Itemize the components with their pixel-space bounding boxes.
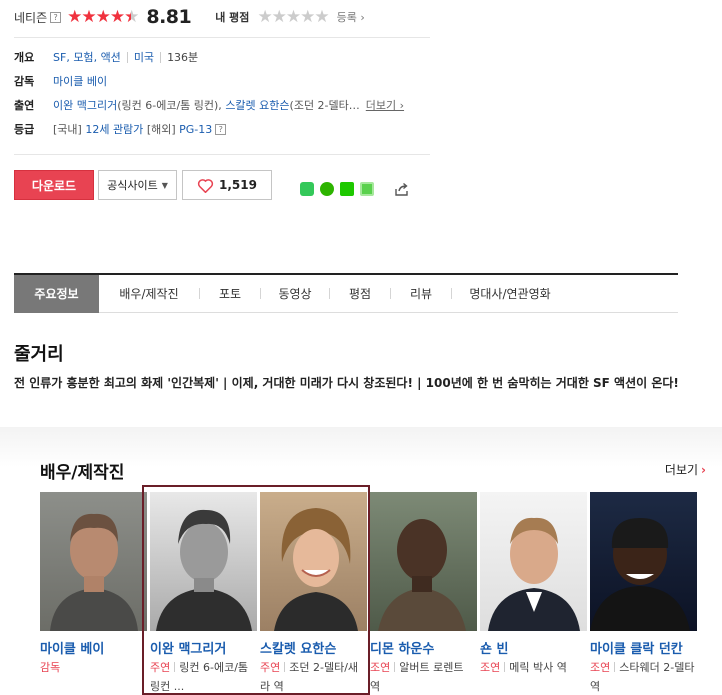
cast-more-link[interactable]: 더보기 › [366, 97, 404, 113]
tab-photo[interactable]: 포토 [200, 275, 260, 313]
cast-photo[interactable] [480, 492, 587, 631]
cast-name[interactable]: 이완 맥그리거 [150, 638, 226, 657]
half-star-icon: ★ [124, 6, 139, 27]
heart-icon [197, 178, 214, 193]
cast-name[interactable]: 디몬 하운수 [370, 638, 434, 657]
director-label: 감독 [14, 75, 35, 88]
overview-row: 개요 SF, 모험, 액션 미국 136분 [14, 49, 199, 65]
tab-bar: 주요정보 배우/제작진 포토 동영상 평점 리뷰 명대사/연관영화 [14, 273, 678, 313]
cast-role: 조연 알버트 로렌트 역 [370, 661, 464, 693]
cast-list: 마이클 베이 감독 이완 맥그리거 주연 링컨 6-에코/톰 링컨 ... 스칼렛… [40, 492, 722, 695]
cast-card[interactable]: 숀 빈 조연 메릭 박사 역 [480, 492, 587, 674]
cast-link[interactable]: 스칼렛 요한슨 [225, 97, 289, 113]
share-icons [300, 182, 410, 197]
official-site-button[interactable]: 공식사이트 ▼ [98, 170, 177, 200]
cast-role: 조연 메릭 박사 역 [480, 661, 567, 674]
line-share-icon[interactable] [320, 182, 334, 196]
grade-domestic-link[interactable]: 12세 관람가 [85, 121, 143, 137]
band-share-icon[interactable] [300, 182, 314, 196]
cast-card[interactable]: 마이클 클락 던칸 조연 스타웨더 2-델타 역 [590, 492, 697, 693]
my-rating-stars[interactable]: ★★★★★ [257, 7, 329, 27]
cast-label: 출연 [14, 99, 35, 112]
share-icon[interactable] [394, 182, 410, 197]
cast-photo[interactable] [370, 492, 477, 631]
tab-main-info[interactable]: 주요정보 [14, 274, 99, 313]
like-button[interactable]: 1,519 [182, 170, 272, 200]
cast-card[interactable]: 스칼렛 요한슨 주연 조던 2-델타/새라 역 [260, 492, 367, 693]
netizen-score: 8.81 [146, 6, 192, 28]
cast-role: 감독 [40, 661, 61, 674]
cast-link[interactable]: 이완 맥그리거 [53, 97, 117, 113]
tab-rating[interactable]: 평점 [330, 275, 390, 313]
cast-photo[interactable] [150, 492, 257, 631]
cast-name[interactable]: 마이클 베이 [40, 638, 104, 657]
help-icon[interactable]: ? [215, 123, 227, 135]
cast-more-link[interactable]: 더보기 › [665, 461, 706, 478]
cast-photo[interactable] [260, 492, 367, 631]
director-link[interactable]: 마이클 베이 [53, 73, 107, 89]
cafe-share-icon[interactable] [360, 182, 374, 196]
grade-foreign-link[interactable]: PG-13 [179, 123, 212, 136]
cast-section-title: 배우/제작진 [40, 463, 125, 483]
cast-role: 조연 스타웨더 2-델타 역 [590, 661, 695, 693]
overview-label: 개요 [14, 51, 35, 64]
like-count: 1,519 [219, 178, 257, 192]
grade-label: 등급 [14, 123, 35, 136]
netizen-stars: ★★★★★ [67, 6, 139, 27]
genre-link[interactable]: 모험 [73, 49, 93, 65]
download-button[interactable]: 다운로드 [14, 170, 94, 200]
chevron-right-icon: › [701, 463, 706, 477]
tab-review[interactable]: 리뷰 [391, 275, 451, 313]
cast-name[interactable]: 스칼렛 요한슨 [260, 638, 336, 657]
grade-row: 등급 [국내] 12세 관람가 [해외] PG-13 ? [14, 117, 434, 141]
tab-video[interactable]: 동영상 [261, 275, 329, 313]
my-rating-label: 내 평점 [215, 11, 250, 24]
cast-card[interactable]: 이완 맥그리거 주연 링컨 6-에코/톰 링컨 ... [150, 492, 257, 693]
runtime: 136분 [167, 51, 199, 64]
cast-role: 주연 링컨 6-에코/톰 링컨 ... [150, 661, 249, 693]
rating-row: 네티즌 ? ★★★★★ 8.81 내 평점 ★★★★★ 등록 › [14, 6, 722, 28]
tab-quotes-related[interactable]: 명대사/연관영화 [452, 275, 568, 313]
cast-name[interactable]: 숀 빈 [480, 638, 508, 657]
genre-link[interactable]: SF [53, 51, 66, 64]
director-row: 감독 마이클 베이 [14, 69, 434, 93]
help-icon[interactable]: ? [50, 11, 62, 23]
cast-card[interactable]: 디몬 하운수 조연 알버트 로렌트 역 [370, 492, 477, 693]
country-link[interactable]: 미국 [134, 49, 154, 65]
netizen-rating-label: 네티즌 [14, 10, 48, 25]
caret-down-icon: ▼ [161, 180, 168, 190]
tab-cast-crew[interactable]: 배우/제작진 [99, 275, 199, 313]
cast-role: 주연 조던 2-델타/새라 역 [260, 661, 359, 693]
divider [14, 154, 430, 155]
movie-info: 개요 SF, 모험, 액션 미국 136분 감독 마이클 베이 출연 이완 맥그… [14, 45, 434, 141]
cast-row: 출연 이완 맥그리거 (링컨 6-에코/톰 링컨), 스칼렛 요한슨 (조던 2-델… [14, 97, 405, 113]
synopsis-text: 전 인류가 흥분한 최고의 화제 '인간복제' | 이제, 거대한 미래가 다시… [14, 376, 679, 390]
synopsis-title: 줄거리 [14, 344, 64, 365]
blog-share-icon[interactable] [340, 182, 354, 196]
cast-name[interactable]: 마이클 클락 던칸 [590, 638, 683, 657]
genre-link[interactable]: 액션 [101, 49, 121, 65]
cast-photo[interactable] [590, 492, 697, 631]
cast-card[interactable]: 마이클 베이 감독 [40, 492, 147, 674]
divider [14, 37, 430, 38]
register-rating-link[interactable]: 등록 › [337, 9, 365, 25]
action-bar: 다운로드 공식사이트 ▼ 1,519 [14, 170, 410, 200]
cast-photo[interactable] [40, 492, 147, 631]
